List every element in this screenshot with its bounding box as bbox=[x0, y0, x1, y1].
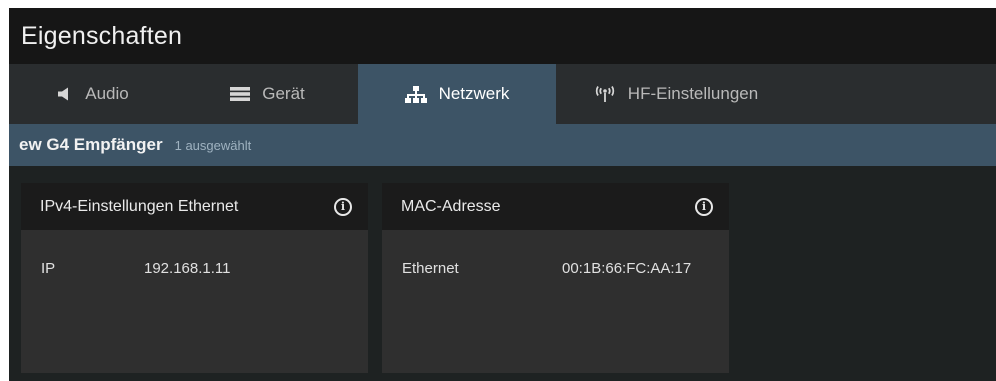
tab-geraet[interactable]: Gerät bbox=[177, 64, 358, 124]
server-icon bbox=[230, 87, 251, 101]
ipv4-card: IPv4-Einstellungen Ethernet i IP 192.168… bbox=[21, 183, 368, 373]
mac-card-title: MAC-Adresse bbox=[401, 197, 501, 215]
tab-audio-label: Audio bbox=[85, 84, 129, 103]
info-icon[interactable]: i bbox=[334, 197, 352, 216]
ip-label: IP bbox=[41, 260, 56, 277]
ethernet-label: Ethernet bbox=[402, 260, 459, 277]
properties-window: Eigenschaften Audio Gerät Netzwerk HF-Ei… bbox=[9, 8, 996, 381]
info-icon[interactable]: i bbox=[695, 197, 713, 216]
device-name: ew G4 Empfänger bbox=[19, 135, 163, 154]
mac-card-header: MAC-Adresse i bbox=[382, 183, 729, 230]
tab-geraet-label: Gerät bbox=[262, 84, 305, 103]
settings-cards: IPv4-Einstellungen Ethernet i IP 192.168… bbox=[21, 183, 729, 373]
tab-audio[interactable]: Audio bbox=[9, 64, 177, 124]
speaker-icon bbox=[57, 87, 73, 101]
mac-value: 00:1B:66:FC:AA:17 bbox=[562, 260, 692, 277]
ipv4-card-header: IPv4-Einstellungen Ethernet i bbox=[21, 183, 368, 230]
window-title: Eigenschaften bbox=[21, 21, 183, 50]
network-icon bbox=[404, 85, 427, 103]
antenna-icon bbox=[594, 85, 616, 103]
ipv4-card-title: IPv4-Einstellungen Ethernet bbox=[40, 197, 239, 215]
tab-bar: Audio Gerät Netzwerk HF-Einstellungen bbox=[9, 64, 996, 124]
tab-netzwerk[interactable]: Netzwerk bbox=[358, 64, 556, 124]
tab-hf-einstellungen[interactable]: HF-Einstellungen bbox=[556, 64, 796, 124]
selection-count: 1 ausgewählt bbox=[174, 138, 252, 153]
ip-row: IP 192.168.1.11 bbox=[21, 230, 368, 277]
title-bar: Eigenschaften bbox=[9, 8, 996, 64]
mac-card: MAC-Adresse i Ethernet 00:1B:66:FC:AA:17 bbox=[382, 183, 729, 373]
tab-hf-label: HF-Einstellungen bbox=[627, 84, 759, 103]
tab-netzwerk-label: Netzwerk bbox=[438, 84, 510, 103]
ip-value: 192.168.1.11 bbox=[144, 260, 231, 277]
device-header: ew G4 Empfänger 1 ausgewählt bbox=[9, 124, 996, 166]
mac-row: Ethernet 00:1B:66:FC:AA:17 bbox=[382, 230, 729, 277]
